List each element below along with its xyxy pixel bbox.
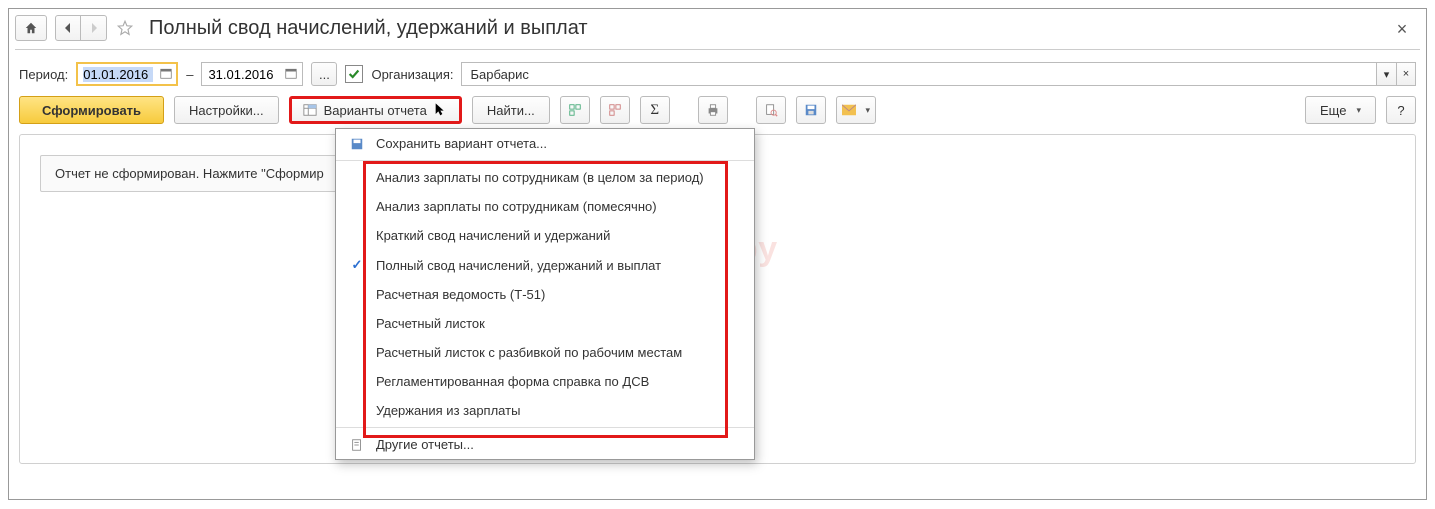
- more-button[interactable]: Еще ▾: [1305, 96, 1376, 124]
- save-variant-item[interactable]: Сохранить вариант отчета...: [336, 129, 754, 158]
- report-variants-label: Варианты отчета: [324, 103, 427, 118]
- org-dropdown-button[interactable]: ▾: [1376, 62, 1396, 86]
- preview-button[interactable]: [756, 96, 786, 124]
- document-icon: [348, 438, 366, 452]
- variant-item[interactable]: Удержания из зарплаты: [336, 396, 754, 425]
- menu-item-label: Расчетный листок: [376, 316, 742, 331]
- menu-item-label: Расчетный листок с разбивкой по рабочим …: [376, 345, 742, 360]
- calendar-icon[interactable]: [157, 67, 175, 82]
- report-variants-menu: Сохранить вариант отчета... Анализ зарпл…: [335, 128, 755, 460]
- close-button[interactable]: ×: [1390, 17, 1414, 41]
- help-button[interactable]: ?: [1386, 96, 1416, 124]
- table-icon: [302, 102, 318, 118]
- home-button[interactable]: [15, 15, 47, 41]
- form-button[interactable]: Сформировать: [19, 96, 164, 124]
- variant-item[interactable]: Расчетный листок с разбивкой по рабочим …: [336, 338, 754, 367]
- menu-item-label: Сохранить вариант отчета...: [376, 136, 742, 151]
- other-reports-item[interactable]: Другие отчеты...: [336, 430, 754, 459]
- back-button[interactable]: [55, 15, 81, 41]
- chevron-down-icon: ▾: [866, 105, 871, 116]
- settings-button[interactable]: Настройки...: [174, 96, 279, 124]
- more-label: Еще: [1320, 103, 1346, 118]
- chevron-down-icon: ▾: [1356, 105, 1361, 116]
- menu-item-label: Расчетная ведомость (Т-51): [376, 287, 742, 302]
- collapse-groups-button[interactable]: [600, 96, 630, 124]
- info-message: Отчет не сформирован. Нажмите "Сформир: [40, 155, 339, 192]
- org-input[interactable]: Барбарис: [461, 62, 1376, 86]
- date-to-field[interactable]: [208, 67, 278, 82]
- date-from-input[interactable]: [76, 62, 178, 86]
- variant-item[interactable]: Краткий свод начислений и удержаний: [336, 221, 754, 250]
- menu-item-label: Полный свод начислений, удержаний и выпл…: [376, 258, 742, 273]
- expand-groups-button[interactable]: [560, 96, 590, 124]
- menu-item-label: Удержания из зарплаты: [376, 403, 742, 418]
- variant-item[interactable]: Расчетный листок: [336, 309, 754, 338]
- variant-item[interactable]: Расчетная ведомость (Т-51): [336, 280, 754, 309]
- check-icon: ✓: [348, 257, 366, 273]
- save-icon: [348, 137, 366, 151]
- menu-item-label: Регламентированная форма справка по ДСВ: [376, 374, 742, 389]
- variant-item[interactable]: Регламентированная форма справка по ДСВ: [336, 367, 754, 396]
- period-label: Период:: [19, 67, 68, 82]
- menu-item-label: Анализ зарплаты по сотрудникам (помесячн…: [376, 199, 742, 214]
- period-picker-button[interactable]: ...: [311, 62, 337, 86]
- find-button[interactable]: Найти...: [472, 96, 550, 124]
- sum-button[interactable]: Σ: [640, 96, 670, 124]
- org-label: Организация:: [371, 67, 453, 82]
- org-checkbox[interactable]: [345, 65, 363, 83]
- menu-item-label: Анализ зарплаты по сотрудникам (в целом …: [376, 170, 742, 185]
- cursor-icon: [433, 102, 449, 118]
- email-button[interactable]: ▾: [836, 96, 876, 124]
- date-from-field[interactable]: [83, 67, 153, 82]
- variant-item[interactable]: ✓ Полный свод начислений, удержаний и вып…: [336, 250, 754, 280]
- report-variants-button[interactable]: Варианты отчета: [289, 96, 462, 124]
- dash-separator: –: [186, 67, 193, 82]
- variant-item[interactable]: Анализ зарплаты по сотрудникам (в целом …: [336, 163, 754, 192]
- menu-item-label: Другие отчеты...: [376, 437, 742, 452]
- forward-button[interactable]: [81, 15, 107, 41]
- favorite-button[interactable]: [115, 18, 135, 38]
- calendar-icon[interactable]: [282, 67, 300, 82]
- save-disk-button[interactable]: [796, 96, 826, 124]
- org-clear-button[interactable]: ×: [1396, 62, 1416, 86]
- variant-item[interactable]: Анализ зарплаты по сотрудникам (помесячн…: [336, 192, 754, 221]
- page-title: Полный свод начислений, удержаний и выпл…: [149, 17, 588, 40]
- print-button[interactable]: [698, 96, 728, 124]
- menu-item-label: Краткий свод начислений и удержаний: [376, 228, 742, 243]
- date-to-input[interactable]: [201, 62, 303, 86]
